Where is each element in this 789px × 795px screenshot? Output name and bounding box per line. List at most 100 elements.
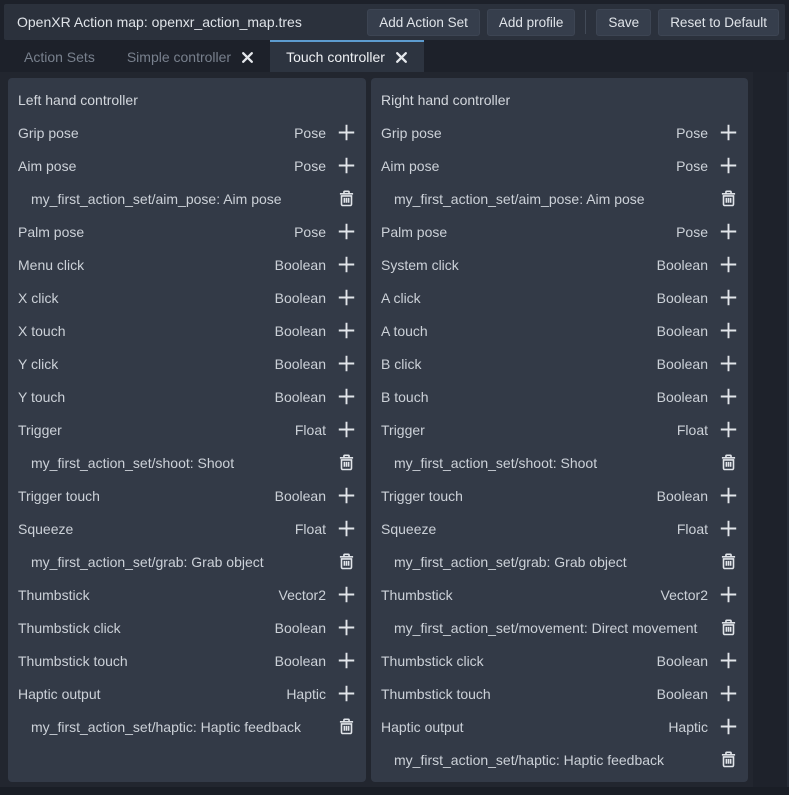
close-tab-icon[interactable] — [241, 51, 254, 64]
add-binding-button[interactable] — [718, 155, 738, 177]
action-row: Y clickBoolean — [8, 347, 366, 380]
add-binding-button[interactable] — [336, 584, 356, 606]
binding-label: my_first_action_set/grab: Grab object — [31, 554, 336, 570]
add-binding-button[interactable] — [336, 617, 356, 639]
plus-icon — [719, 420, 738, 439]
add-binding-button[interactable] — [336, 254, 356, 276]
add-binding-button[interactable] — [718, 650, 738, 672]
add-binding-button[interactable] — [718, 320, 738, 342]
remove-binding-button[interactable] — [336, 716, 356, 738]
plus-icon — [337, 618, 356, 637]
action-label: Grip pose — [381, 125, 676, 141]
add-binding-button[interactable] — [336, 683, 356, 705]
add-binding-button[interactable] — [718, 122, 738, 144]
binding-row: my_first_action_set/haptic: Haptic feedb… — [8, 710, 366, 743]
action-row: Haptic outputHaptic — [8, 677, 366, 710]
add-binding-button[interactable] — [336, 155, 356, 177]
binding-label: my_first_action_set/haptic: Haptic feedb… — [394, 752, 718, 768]
add-binding-button[interactable] — [336, 353, 356, 375]
add-binding-button[interactable] — [336, 650, 356, 672]
header-actions: Add Action Set Add profile Save Reset to De… — [367, 9, 785, 36]
plus-icon — [337, 387, 356, 406]
remove-binding-button[interactable] — [718, 551, 738, 573]
action-type-label: Boolean — [657, 257, 708, 273]
add-binding-button[interactable] — [336, 221, 356, 243]
add-binding-button[interactable] — [336, 320, 356, 342]
action-type-label: Boolean — [657, 389, 708, 405]
action-label: Palm pose — [18, 224, 294, 240]
add-binding-button[interactable] — [718, 221, 738, 243]
add-binding-button[interactable] — [336, 518, 356, 540]
action-label: Menu click — [18, 257, 275, 273]
action-row: SqueezeFloat — [8, 512, 366, 545]
add-binding-button[interactable] — [336, 287, 356, 309]
add-binding-button[interactable] — [718, 683, 738, 705]
horizontal-scrollbar[interactable] — [0, 787, 789, 795]
plus-icon — [719, 156, 738, 175]
plus-icon — [719, 519, 738, 538]
vertical-scrollbar[interactable] — [753, 72, 789, 795]
plus-icon — [337, 321, 356, 340]
trash-icon — [720, 190, 737, 207]
add-binding-button[interactable] — [718, 518, 738, 540]
action-row: Thumbstick clickBoolean — [8, 611, 366, 644]
save-button[interactable]: Save — [596, 9, 651, 36]
reset-to-default-button[interactable]: Reset to Default — [658, 9, 779, 36]
action-label: Thumbstick click — [381, 653, 657, 669]
add-binding-button[interactable] — [718, 386, 738, 408]
add-binding-button[interactable] — [718, 353, 738, 375]
action-label: Y touch — [18, 389, 275, 405]
action-row: ThumbstickVector2 — [371, 578, 748, 611]
add-binding-button[interactable] — [718, 254, 738, 276]
action-label: Trigger — [18, 422, 295, 438]
remove-binding-button[interactable] — [718, 617, 738, 639]
add-profile-button[interactable]: Add profile — [487, 9, 576, 36]
plus-icon — [337, 288, 356, 307]
action-type-label: Boolean — [657, 686, 708, 702]
action-row: A touchBoolean — [371, 314, 748, 347]
add-binding-button[interactable] — [336, 122, 356, 144]
remove-binding-button[interactable] — [718, 452, 738, 474]
binding-row: my_first_action_set/grab: Grab object — [371, 545, 748, 578]
add-action-set-button[interactable]: Add Action Set — [367, 9, 480, 36]
close-tab-icon[interactable] — [395, 51, 408, 64]
action-row: Aim posePose — [371, 149, 748, 182]
tab-simple-controller[interactable]: Simple controller — [111, 40, 270, 72]
action-type-label: Pose — [676, 125, 708, 141]
action-label: Haptic output — [381, 719, 668, 735]
action-type-label: Float — [677, 521, 708, 537]
plus-icon — [719, 288, 738, 307]
action-row: System clickBoolean — [371, 248, 748, 281]
add-binding-button[interactable] — [718, 419, 738, 441]
header-bar: OpenXR Action map: openxr_action_map.tre… — [4, 4, 785, 40]
plus-icon — [719, 354, 738, 373]
action-row: Haptic outputHaptic — [371, 710, 748, 743]
plus-icon — [337, 420, 356, 439]
trash-icon — [720, 454, 737, 471]
action-type-label: Haptic — [668, 719, 708, 735]
remove-binding-button[interactable] — [718, 188, 738, 210]
content-area: Left hand controllerGrip posePoseAim pos… — [0, 72, 789, 795]
add-binding-button[interactable] — [718, 716, 738, 738]
add-binding-button[interactable] — [336, 419, 356, 441]
tab-action-sets[interactable]: Action Sets — [8, 40, 111, 72]
add-binding-button[interactable] — [718, 485, 738, 507]
plus-icon — [337, 222, 356, 241]
remove-binding-button[interactable] — [336, 452, 356, 474]
plus-icon — [337, 156, 356, 175]
add-binding-button[interactable] — [718, 287, 738, 309]
add-binding-button[interactable] — [336, 485, 356, 507]
tab-touch-controller[interactable]: Touch controller — [270, 40, 424, 72]
action-type-label: Boolean — [657, 323, 708, 339]
remove-binding-button[interactable] — [336, 551, 356, 573]
action-type-label: Vector2 — [279, 587, 326, 603]
remove-binding-button[interactable] — [718, 749, 738, 771]
action-label: Y click — [18, 356, 275, 372]
plus-icon — [337, 255, 356, 274]
add-binding-button[interactable] — [718, 584, 738, 606]
add-binding-button[interactable] — [336, 386, 356, 408]
remove-binding-button[interactable] — [336, 188, 356, 210]
action-type-label: Boolean — [657, 488, 708, 504]
trash-icon — [720, 553, 737, 570]
action-type-label: Pose — [676, 224, 708, 240]
